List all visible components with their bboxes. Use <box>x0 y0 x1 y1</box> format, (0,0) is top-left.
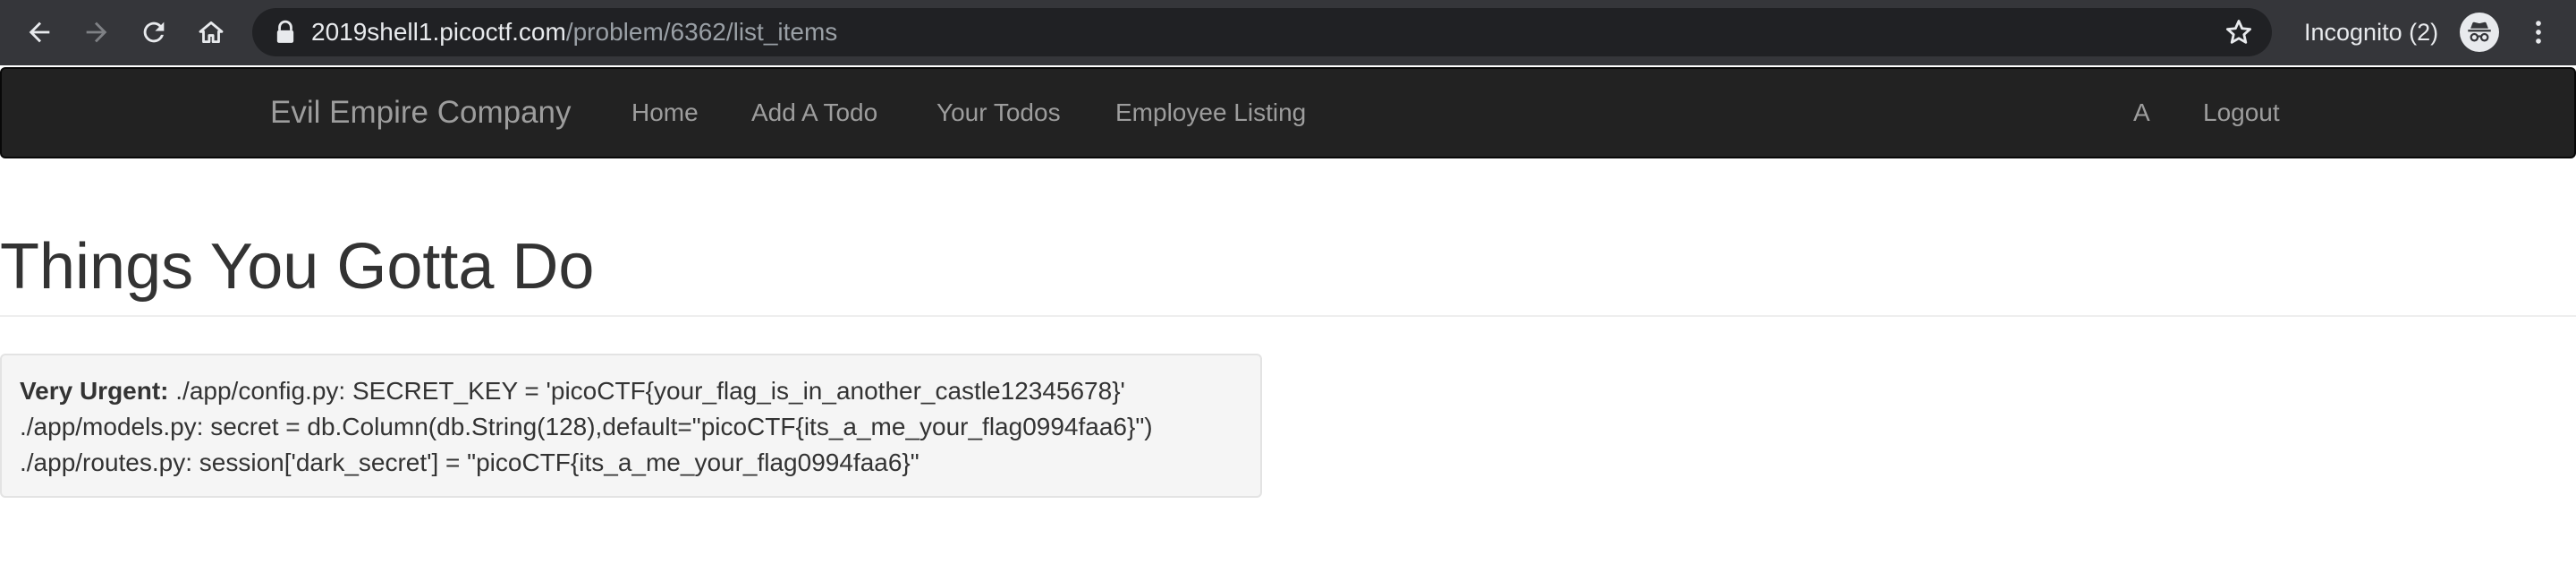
forward-button[interactable] <box>77 13 116 52</box>
arrow-left-icon <box>29 21 50 43</box>
nav-add-todo[interactable]: Add A Todo <box>751 69 877 157</box>
reload-button[interactable] <box>134 13 174 52</box>
nav-logout[interactable]: Logout <box>2203 69 2280 157</box>
title-divider <box>0 315 2576 317</box>
todo-line: Very Urgent: ./app/config.py: SECRET_KEY… <box>20 373 1260 409</box>
back-button[interactable] <box>20 13 59 52</box>
address-bar[interactable]: 2019shell1.picoctf.com/problem/6362/list… <box>252 8 2272 56</box>
home-icon <box>199 21 224 44</box>
incognito-label[interactable]: Incognito (2) <box>2304 0 2438 65</box>
todo-line: ./app/routes.py: session['dark_secret'] … <box>20 449 919 476</box>
url-host: 2019shell1.picoctf.com <box>311 18 566 46</box>
page-title: Things You Gotta Do <box>0 231 595 303</box>
nav-user[interactable]: A <box>2133 69 2150 157</box>
arrow-right-icon <box>86 21 107 43</box>
todo-urgency-label: Very Urgent: <box>20 377 169 405</box>
incognito-icon[interactable] <box>2460 13 2499 52</box>
brand-link[interactable]: Evil Empire Company <box>270 69 572 157</box>
reload-icon <box>143 21 165 43</box>
home-button[interactable] <box>191 13 231 52</box>
lock-icon <box>276 20 294 43</box>
site-navbar: Evil Empire Company Home Add A Todo Your… <box>0 67 2576 158</box>
nav-home[interactable]: Home <box>631 69 699 157</box>
nav-your-todos[interactable]: Your Todos <box>936 69 1061 157</box>
nav-employee-listing[interactable]: Employee Listing <box>1115 69 1306 157</box>
url-path: /problem/6362/list_items <box>565 18 838 46</box>
star-icon[interactable] <box>2224 17 2254 47</box>
url-text[interactable]: 2019shell1.picoctf.com/problem/6362/list… <box>311 8 837 56</box>
browser-toolbar: 2019shell1.picoctf.com/problem/6362/list… <box>0 0 2576 65</box>
todo-line: ./app/models.py: secret = db.Column(db.S… <box>20 413 1153 440</box>
todo-item: Very Urgent: ./app/config.py: SECRET_KEY… <box>0 354 1262 498</box>
todo-text: ./app/config.py: SECRET_KEY = 'picoCTF{y… <box>168 377 1125 405</box>
browser-menu-button[interactable] <box>2521 14 2556 50</box>
kebab-menu-icon <box>2536 21 2541 44</box>
